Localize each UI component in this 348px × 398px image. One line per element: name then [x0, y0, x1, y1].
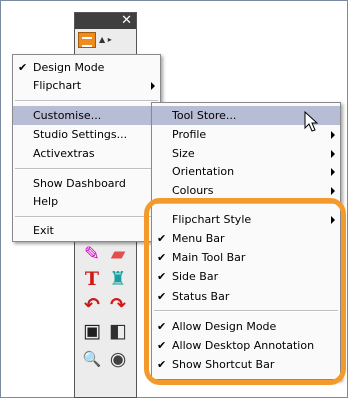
- menu-separator: [15, 216, 158, 218]
- menu-item-allow-design-mode[interactable]: ✔ Allow Design Mode: [152, 317, 340, 336]
- undo-icon[interactable]: ↶: [81, 294, 103, 316]
- submenu-arrow-icon: [331, 216, 335, 224]
- camera-icon[interactable]: ◉: [107, 348, 129, 370]
- screen-capture-icon[interactable]: ▣: [81, 320, 103, 342]
- menu-item-help[interactable]: Help: [13, 192, 160, 211]
- menu-item-flipchart[interactable]: Flipchart: [13, 76, 160, 95]
- mouse-cursor-icon: [304, 111, 319, 132]
- checkmark-icon: ✔: [157, 320, 167, 333]
- menu-item-main-tool-bar[interactable]: ✔ Main Tool Bar: [152, 248, 340, 267]
- toolbar-title-bar[interactable]: ✕: [75, 13, 136, 29]
- menu-item-menu-bar[interactable]: ✔ Menu Bar: [152, 229, 340, 248]
- submenu-arrow-icon: [331, 150, 335, 158]
- menu-item-studio-settings[interactable]: Studio Settings...: [13, 125, 160, 144]
- text-icon[interactable]: T: [81, 268, 103, 290]
- menu-item-exit[interactable]: Exit: [13, 221, 160, 240]
- menu-item-orientation[interactable]: Orientation: [152, 162, 340, 181]
- toolbar-menu-button[interactable]: [78, 32, 96, 48]
- toolbar-scroll-arrows[interactable]: ▲ ▸: [99, 35, 112, 44]
- submenu-arrow-icon: [151, 82, 155, 90]
- checkmark-icon: ✔: [157, 251, 167, 264]
- menu-item-side-bar[interactable]: ✔ Side Bar: [152, 267, 340, 286]
- menu-item-design-mode[interactable]: ✔ Design Mode: [13, 58, 160, 77]
- menu-item-customise[interactable]: Customise...: [13, 106, 160, 125]
- checkmark-icon: ✔: [18, 61, 28, 74]
- menu-separator: [154, 310, 338, 312]
- fill-icon[interactable]: ♜: [107, 268, 129, 290]
- close-icon[interactable]: ✕: [121, 13, 132, 28]
- checkmark-icon: ✔: [157, 358, 167, 371]
- menu-separator: [15, 100, 158, 102]
- eraser-icon[interactable]: ▰: [107, 243, 129, 265]
- spotlight-icon[interactable]: ◧: [107, 320, 129, 342]
- menu-item-size[interactable]: Size: [152, 144, 340, 163]
- submenu-arrow-icon: [331, 131, 335, 139]
- menu-item-colours[interactable]: Colours: [152, 181, 340, 200]
- submenu-arrow-icon: [331, 187, 335, 195]
- customise-submenu: Tool Store... Profile Size Orientation C…: [151, 102, 341, 380]
- checkmark-icon: ✔: [157, 290, 167, 303]
- magnifier-icon[interactable]: 🔍: [81, 348, 103, 370]
- checkmark-icon: ✔: [157, 232, 167, 245]
- menu-item-show-dashboard[interactable]: Show Dashboard: [13, 174, 160, 193]
- menu-item-status-bar[interactable]: ✔ Status Bar: [152, 287, 340, 306]
- menu-separator: [15, 168, 158, 170]
- redo-icon[interactable]: ↷: [107, 294, 129, 316]
- submenu-arrow-icon: [331, 168, 335, 176]
- checkmark-icon: ✔: [157, 270, 167, 283]
- menu-separator: [154, 203, 338, 205]
- menu-item-allow-desktop-annotation[interactable]: ✔ Allow Desktop Annotation: [152, 336, 340, 355]
- checkmark-icon: ✔: [157, 339, 167, 352]
- menu-item-activextras[interactable]: Activextras: [13, 144, 160, 163]
- pen-icon[interactable]: ✎: [81, 243, 103, 265]
- menu-item-show-shortcut-bar[interactable]: ✔ Show Shortcut Bar: [152, 355, 340, 374]
- context-menu: ✔ Design Mode Flipchart Customise... Stu…: [12, 54, 161, 242]
- menu-item-flipchart-style[interactable]: Flipchart Style: [152, 210, 340, 229]
